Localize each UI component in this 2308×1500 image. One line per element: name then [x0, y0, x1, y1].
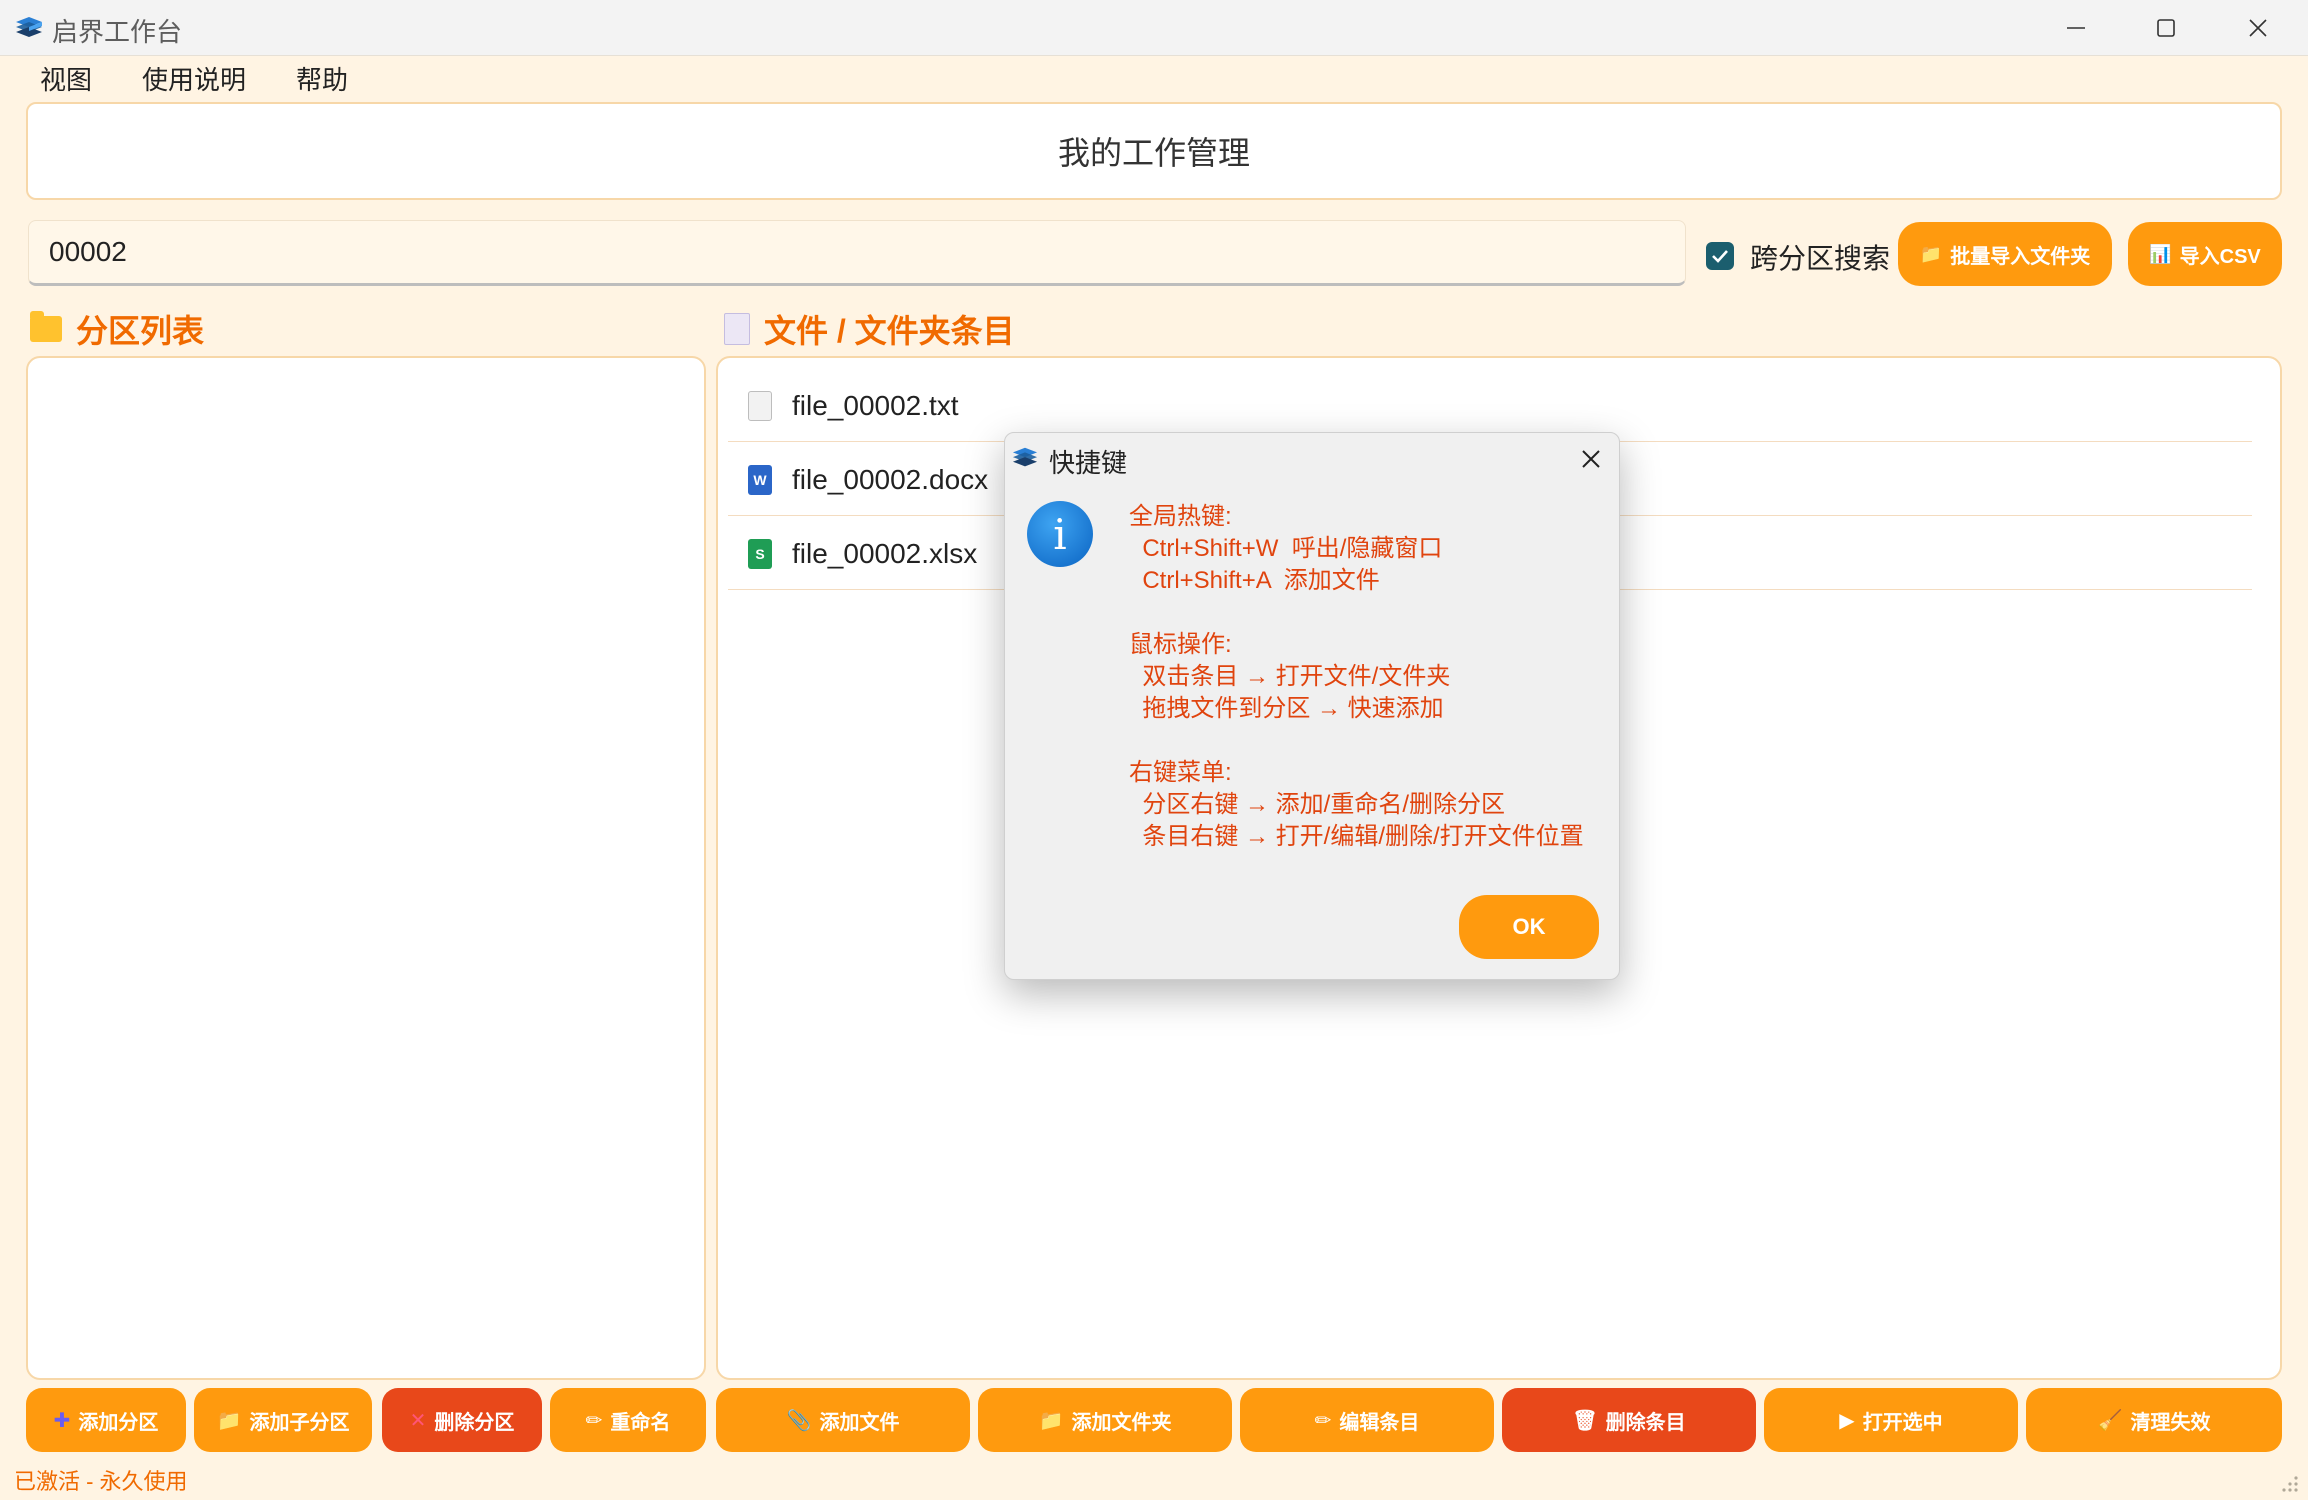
delete-partition-label: 删除分区: [434, 1411, 515, 1434]
status-text: 已激活 - 永久使用: [14, 1469, 188, 1494]
plus-icon: ✚: [53, 1409, 71, 1432]
file-panel-header: 文件 / 文件夹条目: [724, 306, 1015, 352]
cross-search-label[interactable]: 跨分区搜索: [1750, 237, 1890, 277]
cross-search-checkbox[interactable]: [1706, 242, 1734, 270]
paperclip-icon: 📎: [786, 1409, 812, 1432]
partition-tree[interactable]: [26, 356, 706, 1380]
folder-icon: 📁: [216, 1409, 242, 1432]
pencil-icon: ✏: [1314, 1409, 1332, 1432]
add-file-button[interactable]: 📎 添加文件: [716, 1388, 970, 1452]
folder-icon: 📁: [1919, 243, 1943, 264]
menu-instructions[interactable]: 使用说明: [138, 60, 250, 97]
folder-icon: [30, 311, 62, 342]
info-icon: i: [1027, 501, 1093, 567]
dialog-close-button[interactable]: [1573, 441, 1609, 477]
menu-bar: 视图 使用说明 帮助: [0, 56, 2308, 100]
title-bar: 启界工作台: [0, 0, 2308, 56]
menu-view[interactable]: 视图: [36, 60, 96, 97]
word-file-icon: W: [748, 464, 772, 495]
folder-icon: 📁: [1038, 1409, 1064, 1432]
import-csv-label: 导入CSV: [2179, 245, 2261, 268]
import-folder-label: 批量导入文件夹: [1950, 245, 2091, 268]
rename-label: 重命名: [610, 1411, 671, 1434]
menu-help[interactable]: 帮助: [292, 60, 352, 97]
edit-item-label: 编辑条目: [1339, 1411, 1420, 1434]
add-partition-label: 添加分区: [78, 1411, 159, 1434]
ok-button[interactable]: OK: [1459, 895, 1599, 959]
add-partition-button[interactable]: ✚ 添加分区: [26, 1388, 186, 1452]
spreadsheet-file-icon: S: [748, 538, 772, 569]
dialog-title: 快捷键: [1049, 448, 1128, 478]
resize-grip-icon[interactable]: [2278, 1472, 2300, 1494]
close-icon: [2249, 19, 2267, 37]
file-name: file_00002.docx: [792, 463, 989, 495]
books-stack-icon: [16, 17, 42, 37]
maximize-button[interactable]: [2120, 0, 2212, 56]
search-input[interactable]: [28, 220, 1686, 286]
maximize-icon: [2157, 19, 2175, 37]
broom-icon: 🧹: [2097, 1409, 2123, 1432]
import-folder-button[interactable]: 📁 批量导入文件夹: [1898, 222, 2112, 286]
delete-partition-button[interactable]: ✕ 删除分区: [382, 1388, 542, 1452]
add-folder-button[interactable]: 📁 添加文件夹: [978, 1388, 1232, 1452]
shortcuts-dialog: 快捷键 i 全局热键: Ctrl+Shift+W 呼出/隐藏窗口 Ctrl+Sh…: [1004, 432, 1620, 980]
file-panel-title: 文件 / 文件夹条目: [764, 313, 1015, 349]
bar-chart-icon: 📊: [2149, 243, 2172, 264]
pencil-icon: ✏: [585, 1409, 603, 1432]
close-icon: [1582, 450, 1600, 468]
edit-item-button[interactable]: ✏ 编辑条目: [1240, 1388, 1494, 1452]
file-name: file_00002.xlsx: [792, 537, 978, 569]
delete-item-button[interactable]: 🗑 删除条目: [1502, 1388, 1756, 1452]
minimize-icon: [2067, 27, 2085, 29]
file-name: file_00002.txt: [792, 389, 959, 421]
document-icon: [724, 313, 750, 345]
add-subpartition-label: 添加子分区: [249, 1411, 350, 1434]
open-selected-label: 打开选中: [1862, 1411, 1943, 1434]
partition-panel-header: 分区列表: [30, 306, 204, 352]
text-file-icon: [748, 390, 772, 421]
trash-icon: 🗑: [1572, 1409, 1598, 1432]
delete-item-label: 删除条目: [1605, 1411, 1686, 1434]
add-file-label: 添加文件: [819, 1411, 900, 1434]
page-title: 我的工作管理: [1057, 135, 1250, 171]
clean-invalid-button[interactable]: 🧹 清理失效: [2026, 1388, 2282, 1452]
check-icon: [1712, 250, 1728, 263]
dialog-message: 全局热键: Ctrl+Shift+W 呼出/隐藏窗口 Ctrl+Shift+A …: [1129, 503, 1584, 850]
add-subpartition-button[interactable]: 📁 添加子分区: [194, 1388, 372, 1452]
window-title: 启界工作台: [52, 17, 183, 47]
books-stack-icon: [1012, 447, 1038, 467]
clean-invalid-label: 清理失效: [2130, 1411, 2211, 1434]
close-button[interactable]: [2212, 0, 2304, 56]
play-icon: ▶: [1839, 1409, 1855, 1432]
partition-panel-title: 分区列表: [76, 313, 205, 349]
minimize-button[interactable]: [2030, 0, 2122, 56]
open-selected-button[interactable]: ▶ 打开选中: [1764, 1388, 2018, 1452]
rename-button[interactable]: ✏ 重命名: [550, 1388, 706, 1452]
page-header: 我的工作管理: [26, 102, 2282, 200]
import-csv-button[interactable]: 📊 导入CSV: [2128, 222, 2282, 286]
cross-icon: ✕: [409, 1409, 427, 1432]
add-folder-label: 添加文件夹: [1071, 1411, 1172, 1434]
